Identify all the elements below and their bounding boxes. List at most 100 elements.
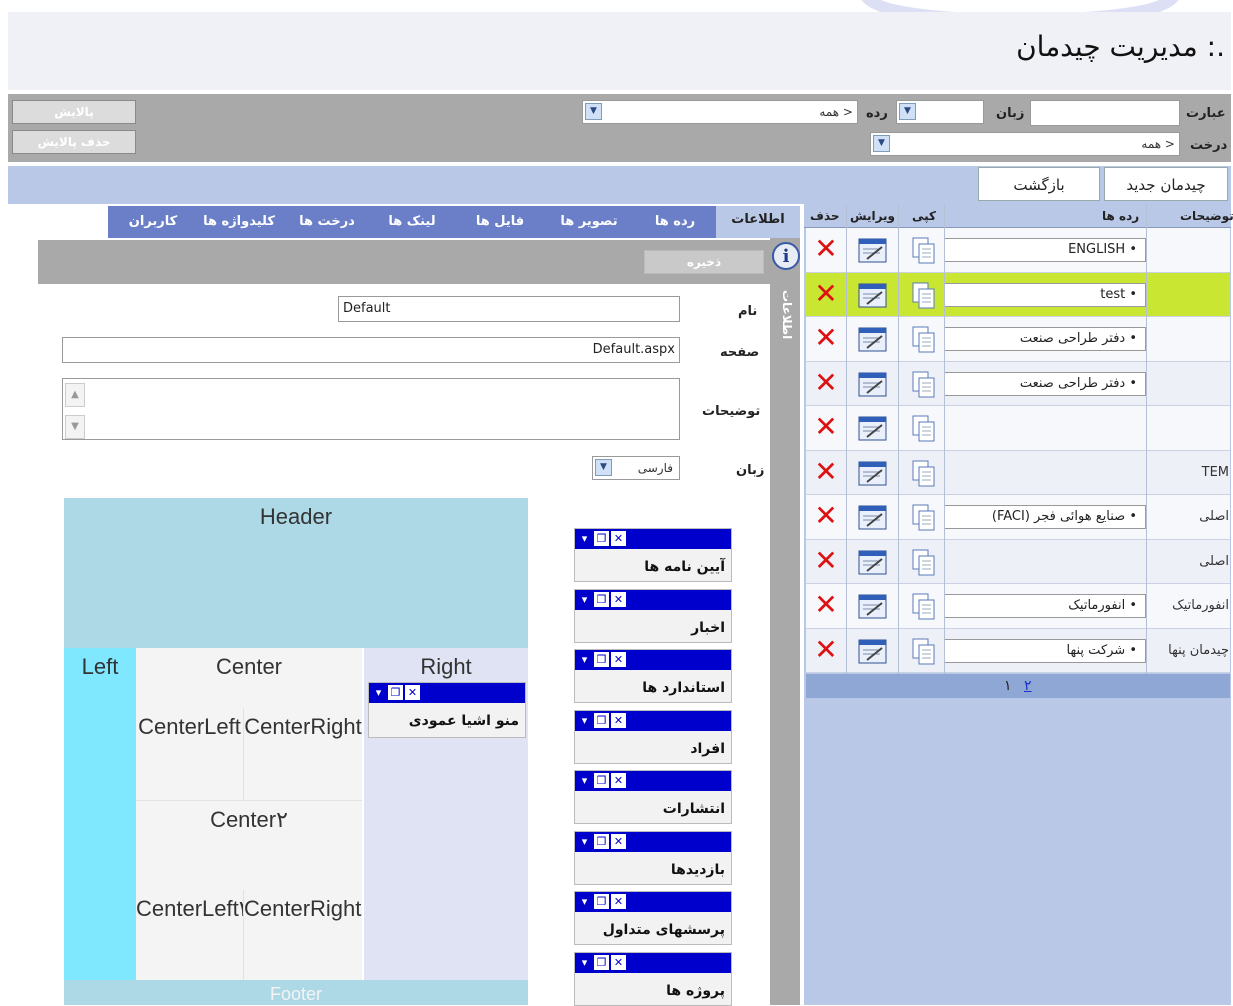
language-filter-select[interactable]: ▼ bbox=[896, 100, 984, 124]
edit-icon[interactable] bbox=[858, 326, 887, 352]
restore-icon[interactable]: ❐ bbox=[594, 773, 609, 788]
chevron-down-icon[interactable]: ▾ bbox=[577, 894, 592, 909]
save-button[interactable]: ذخیره bbox=[644, 250, 764, 274]
delete-icon[interactable]: ✕ bbox=[808, 497, 844, 535]
close-icon[interactable]: ✕ bbox=[611, 833, 626, 849]
scroll-down-icon[interactable]: ▼ bbox=[65, 415, 85, 439]
phrase-input[interactable] bbox=[1030, 100, 1180, 126]
chevron-down-icon[interactable]: ▾ bbox=[577, 591, 592, 607]
zone-left[interactable]: Left bbox=[64, 648, 136, 980]
close-icon[interactable]: ✕ bbox=[611, 652, 626, 667]
zone-footer[interactable]: Footer bbox=[64, 980, 528, 1005]
edit-icon[interactable] bbox=[858, 237, 887, 263]
row-category[interactable]: • صنایع هوائی فجر (FACI) bbox=[944, 505, 1146, 529]
copy-icon[interactable] bbox=[912, 326, 935, 353]
restore-icon[interactable]: ❐ bbox=[594, 712, 609, 728]
widget-item[interactable]: ▾ ❐ ✕ اخبار bbox=[574, 588, 732, 643]
description-textarea[interactable]: ▲ ▼ bbox=[62, 378, 680, 440]
tab-images[interactable]: تصویر ها bbox=[548, 208, 630, 236]
copy-icon[interactable] bbox=[912, 460, 935, 486]
edit-icon[interactable] bbox=[858, 371, 887, 397]
widget-item[interactable]: ▾ ❐ ✕ پروژه ها bbox=[574, 951, 732, 1006]
copy-icon[interactable] bbox=[912, 282, 935, 308]
chevron-down-icon[interactable]: ▾ bbox=[577, 712, 592, 728]
restore-icon[interactable]: ❐ bbox=[594, 954, 609, 970]
delete-icon[interactable]: ✕ bbox=[808, 408, 844, 446]
row-category[interactable]: • دفتر طراحی صنعت bbox=[944, 327, 1146, 351]
delete-icon[interactable]: ✕ bbox=[808, 453, 844, 491]
restore-icon[interactable]: ❐ bbox=[594, 531, 609, 546]
filter-button[interactable]: پالایش bbox=[12, 100, 136, 124]
zone-center-left[interactable]: CenterLeft bbox=[136, 708, 243, 800]
widget-item[interactable]: ▾ ❐ ✕ افراد bbox=[574, 709, 732, 764]
side-tab[interactable]: اطلاعات bbox=[774, 290, 794, 339]
edit-icon[interactable] bbox=[858, 549, 887, 575]
close-icon[interactable]: ✕ bbox=[611, 773, 626, 788]
restore-icon[interactable]: ❐ bbox=[594, 894, 609, 909]
name-input[interactable]: Default bbox=[338, 296, 680, 322]
widget-item[interactable]: ▾ ❐ ✕ بازدیدها bbox=[574, 830, 732, 885]
page-input[interactable]: Default.aspx bbox=[62, 337, 680, 363]
zone-center-right2[interactable]: CenterRight۲ bbox=[243, 890, 373, 980]
close-icon[interactable]: ✕ bbox=[405, 685, 420, 700]
delete-icon[interactable]: ✕ bbox=[808, 319, 844, 357]
row-category[interactable]: • انفورماتیک bbox=[944, 594, 1146, 618]
scroll-up-icon[interactable]: ▲ bbox=[65, 383, 85, 407]
chevron-down-icon[interactable]: ▾ bbox=[577, 531, 592, 546]
edit-icon[interactable] bbox=[858, 415, 887, 441]
tree-filter-select[interactable]: < همه ▼ bbox=[870, 132, 1180, 156]
widget-item[interactable]: ▾ ❐ ✕ انتشارات bbox=[574, 770, 732, 824]
restore-icon[interactable]: ❐ bbox=[594, 652, 609, 667]
tab-info[interactable]: اطلاعات bbox=[716, 206, 800, 238]
delete-icon[interactable]: ✕ bbox=[808, 230, 844, 268]
restore-icon[interactable]: ❐ bbox=[594, 591, 609, 607]
edit-icon[interactable] bbox=[858, 460, 887, 486]
zone-center[interactable]: Center bbox=[136, 648, 362, 708]
widget-item[interactable]: ▾ ❐ ✕ استاندارد ها bbox=[574, 649, 732, 703]
close-icon[interactable]: ✕ bbox=[611, 712, 626, 728]
close-icon[interactable]: ✕ bbox=[611, 591, 626, 607]
new-layout-button[interactable]: چیدمان جدید bbox=[1104, 167, 1228, 201]
tab-users[interactable]: کاربران bbox=[116, 208, 190, 236]
chevron-down-icon[interactable]: ▾ bbox=[577, 652, 592, 667]
zone-center-right[interactable]: CenterRight bbox=[243, 708, 362, 800]
close-icon[interactable]: ✕ bbox=[611, 894, 626, 909]
chevron-down-icon[interactable]: ▾ bbox=[577, 833, 592, 849]
delete-icon[interactable]: ✕ bbox=[808, 364, 844, 402]
row-category[interactable]: test • bbox=[944, 282, 1146, 307]
row-category[interactable]: • دفتر طراحی صنعت bbox=[944, 371, 1146, 396]
copy-icon[interactable] bbox=[912, 549, 935, 575]
tab-files[interactable]: فایل ها bbox=[462, 208, 538, 236]
clear-filter-button[interactable]: حذف پالایش bbox=[12, 130, 136, 154]
tab-links[interactable]: لینک ها bbox=[374, 208, 450, 236]
widget-item[interactable]: ▾ ❐ ✕ آیین نامه ها bbox=[574, 528, 732, 582]
edit-icon[interactable] bbox=[858, 593, 887, 619]
tab-trees[interactable]: درخت ها bbox=[288, 208, 366, 236]
copy-icon[interactable] bbox=[912, 504, 935, 531]
copy-icon[interactable] bbox=[912, 237, 935, 264]
widget-item[interactable]: ▾ ❐ ✕ پرسشهای متداول bbox=[574, 891, 732, 945]
edit-icon[interactable] bbox=[858, 282, 887, 308]
row-category[interactable]: • شرکت پنها bbox=[944, 638, 1146, 663]
chevron-down-icon[interactable]: ▾ bbox=[577, 773, 592, 788]
copy-icon[interactable] bbox=[912, 638, 935, 664]
delete-icon[interactable]: ✕ bbox=[808, 542, 844, 580]
pager-page-2[interactable]: ۲ bbox=[1024, 678, 1032, 694]
row-category[interactable]: ENGLISH • bbox=[944, 238, 1146, 262]
zone-center2[interactable]: Center۲ bbox=[136, 800, 362, 890]
edit-icon[interactable] bbox=[858, 638, 887, 664]
widget-right-zone[interactable]: ▾ ❐ ✕ منو اشیا عمودی bbox=[368, 682, 526, 738]
delete-icon[interactable]: ✕ bbox=[808, 586, 844, 624]
copy-icon[interactable] bbox=[912, 415, 935, 442]
back-button[interactable]: بازگشت bbox=[978, 167, 1100, 201]
close-icon[interactable]: ✕ bbox=[611, 531, 626, 546]
close-icon[interactable]: ✕ bbox=[611, 954, 626, 970]
zone-center-left2[interactable]: CenterLeft۲ bbox=[136, 890, 251, 980]
tab-categories[interactable]: رده ها bbox=[636, 208, 714, 236]
edit-icon[interactable] bbox=[858, 504, 887, 530]
chevron-down-icon[interactable]: ▾ bbox=[371, 685, 386, 700]
zone-header[interactable]: Header bbox=[64, 498, 528, 648]
pager-page-1[interactable]: ۱ bbox=[1004, 678, 1012, 694]
language-select[interactable]: فارسی ▼ bbox=[592, 456, 680, 480]
restore-icon[interactable]: ❐ bbox=[594, 833, 609, 849]
